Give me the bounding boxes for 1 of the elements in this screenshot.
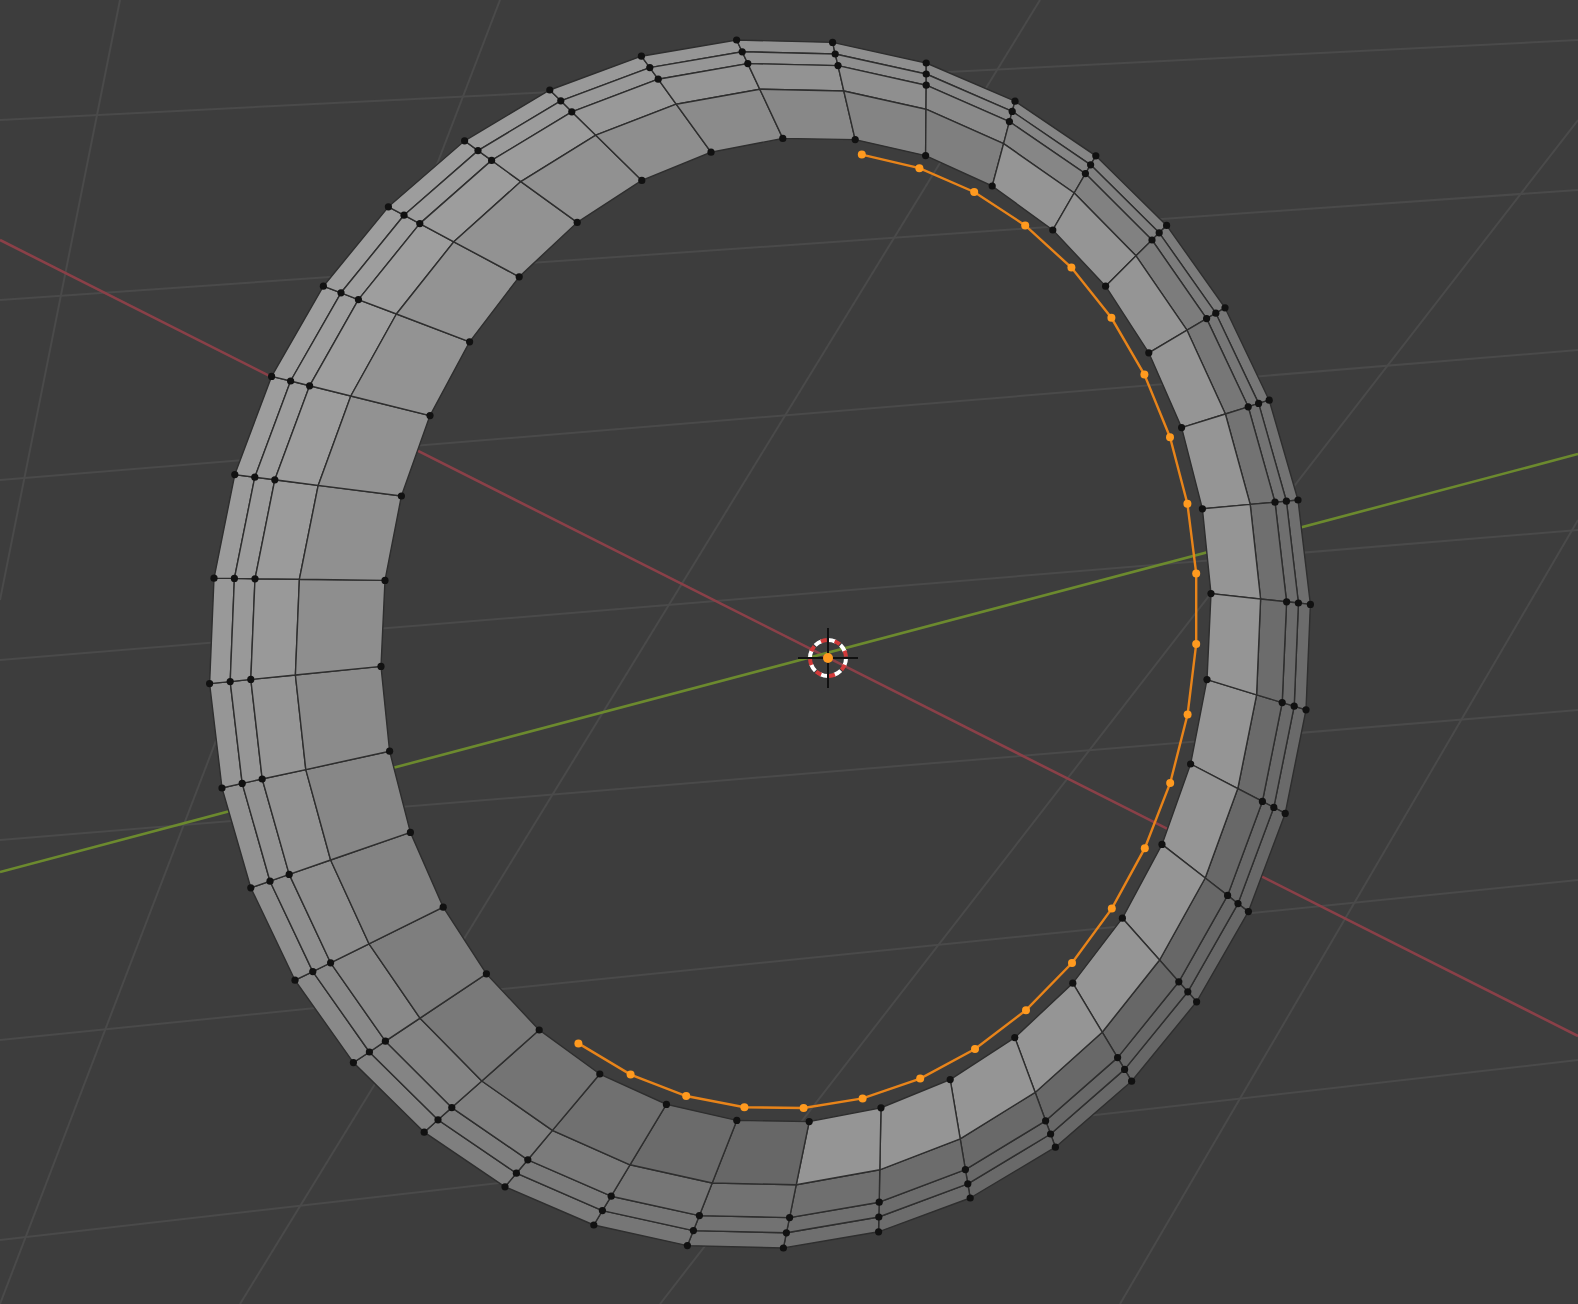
- crosshair-cursor-icon: [797, 627, 859, 689]
